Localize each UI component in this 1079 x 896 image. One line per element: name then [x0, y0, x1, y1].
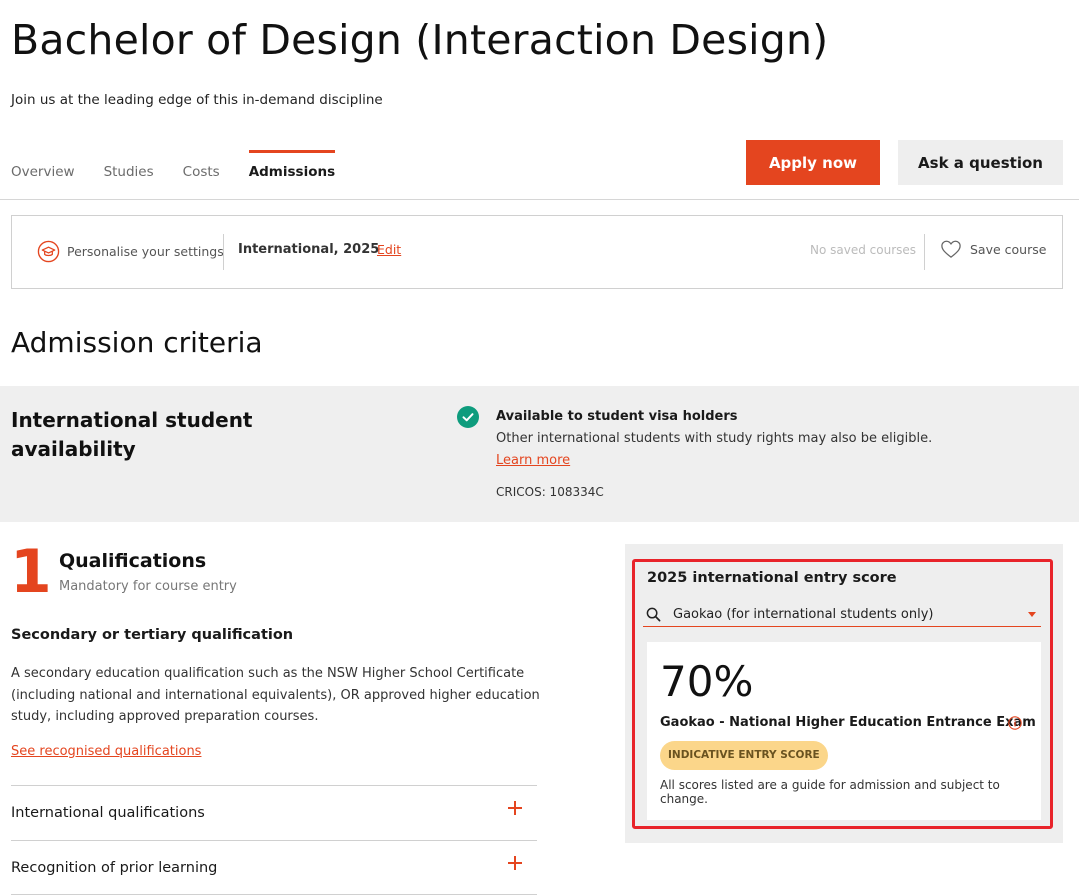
edit-settings-link[interactable]: Edit: [377, 242, 401, 257]
accordion-international-qualifications[interactable]: International qualifications: [11, 785, 537, 840]
tab-overview[interactable]: Overview: [11, 150, 75, 190]
save-course-button[interactable]: Save course: [940, 239, 1046, 259]
header-divider: [0, 199, 1079, 200]
accordion-label: Recognition of prior learning: [11, 860, 218, 876]
exam-select[interactable]: Gaokao (for international students only): [643, 602, 1041, 627]
search-icon: [646, 607, 661, 622]
course-tabs: Overview Studies Costs Admissions: [11, 150, 364, 190]
entry-score-heading: 2025 international entry score: [647, 570, 897, 586]
entry-score-note: All scores listed are a guide for admiss…: [660, 778, 1000, 806]
entry-score-value: 70%: [660, 657, 754, 706]
availability-title: International student availability: [11, 408, 253, 461]
settings-bar: Personalise your settings International,…: [11, 215, 1063, 289]
page-subtitle: Join us at the leading edge of this in-d…: [11, 92, 383, 108]
learn-more-link[interactable]: Learn more: [496, 453, 570, 468]
tab-studies[interactable]: Studies: [104, 150, 154, 190]
heart-icon: [941, 240, 961, 258]
apply-now-button[interactable]: Apply now: [746, 140, 880, 185]
plus-icon: [508, 856, 522, 870]
save-course-label: Save course: [970, 241, 1047, 257]
info-icon[interactable]: [1008, 716, 1022, 730]
saved-divider: [924, 234, 925, 270]
qualification-heading: Secondary or tertiary qualification: [11, 627, 294, 643]
page-title: Bachelor of Design (Interaction Design): [11, 16, 829, 64]
tab-costs[interactable]: Costs: [183, 150, 220, 190]
check-circle-icon: [457, 406, 479, 428]
graduation-cap-icon: [37, 240, 60, 263]
plus-icon: [508, 801, 522, 815]
personalise-label: Personalise your settings: [67, 244, 224, 259]
step-number: 1: [10, 537, 52, 607]
ask-question-button[interactable]: Ask a question: [898, 140, 1063, 185]
settings-value: International, 2025: [238, 242, 380, 257]
caret-down-icon: [1028, 612, 1036, 617]
entry-score-exam-name: Gaokao - National Higher Education Entra…: [660, 715, 1036, 730]
international-availability: International student availability Avail…: [0, 386, 1079, 522]
qualifications-subtitle: Mandatory for course entry: [59, 579, 237, 594]
entry-score-card: 70% Gaokao - National Higher Education E…: [647, 642, 1041, 820]
accordion-divider: [11, 894, 537, 895]
accordion-recognition-of-prior-learning[interactable]: Recognition of prior learning: [11, 840, 537, 895]
tab-admissions[interactable]: Admissions: [248, 150, 336, 190]
settings-divider: [223, 234, 224, 270]
personalise-settings-button[interactable]: Personalise your settings: [37, 240, 224, 263]
see-recognised-qualifications-link[interactable]: See recognised qualifications: [11, 744, 201, 759]
admission-criteria-title: Admission criteria: [11, 326, 263, 359]
exam-select-value: Gaokao (for international students only): [673, 607, 934, 622]
qualifications-title: Qualifications: [59, 550, 207, 572]
cricos-code: CRICOS: 108334C: [496, 485, 604, 499]
availability-text: Other international students with study …: [496, 431, 933, 446]
qualification-description: A secondary education qualification such…: [11, 666, 540, 724]
indicative-score-badge: INDICATIVE ENTRY SCORE: [660, 741, 828, 770]
availability-heading: Available to student visa holders: [496, 409, 738, 424]
no-saved-courses: No saved courses: [810, 243, 917, 257]
accordion-label: International qualifications: [11, 805, 205, 821]
